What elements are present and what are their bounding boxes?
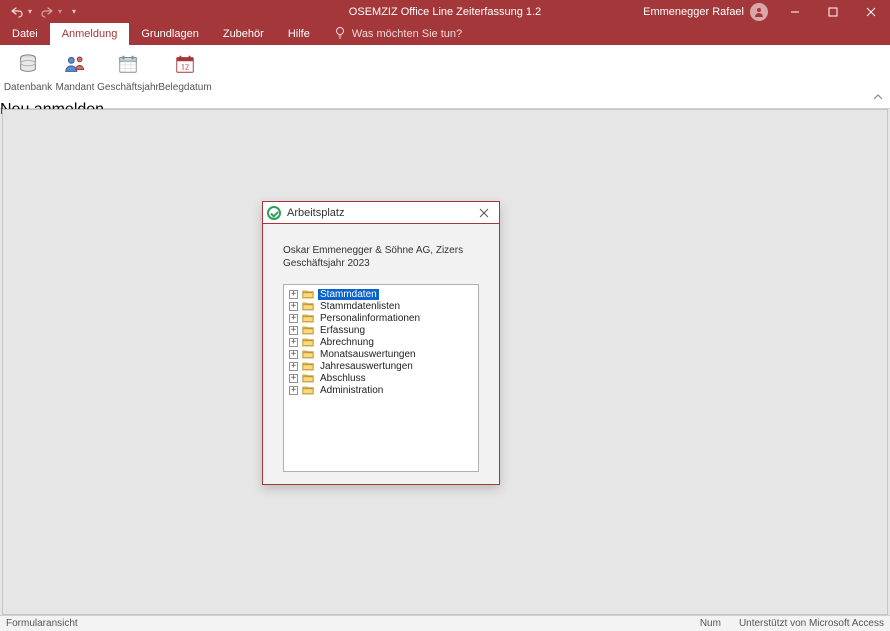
tell-me-search[interactable]: Was möchten Sie tun? (322, 23, 474, 45)
tree-item[interactable]: + Administration (287, 384, 475, 396)
ribbon: Datenbank Mandant Geschäftsjahr 1 (0, 45, 890, 109)
expand-icon[interactable]: + (289, 326, 298, 335)
tree-item[interactable]: + Personalinformationen (287, 312, 475, 324)
expand-icon[interactable]: + (289, 302, 298, 311)
close-button[interactable] (852, 0, 890, 23)
status-view-mode: Formularansicht (6, 618, 78, 629)
maximize-button[interactable] (814, 0, 852, 23)
redo-button[interactable]: ▾ (36, 4, 66, 20)
svg-text:12: 12 (181, 63, 189, 72)
tab-zubehoer[interactable]: Zubehör (211, 23, 276, 45)
calendar-day-icon: 12 (173, 52, 197, 76)
undo-button[interactable]: ▾ (6, 4, 36, 20)
tree-item-label: Jahresauswertungen (318, 361, 415, 372)
nav-tree[interactable]: + Stammdaten + Stammdatenlisten + Personalinf… (283, 284, 479, 472)
folder-icon (302, 373, 314, 383)
folder-icon (302, 337, 314, 347)
tree-item[interactable]: + Abschluss (287, 372, 475, 384)
tab-grundlagen[interactable]: Grundlagen (129, 23, 211, 45)
datenbank-button[interactable]: Datenbank (6, 49, 50, 101)
folder-icon (302, 325, 314, 335)
expand-icon[interactable]: + (289, 314, 298, 323)
datenbank-label: Datenbank (4, 76, 52, 98)
undo-dropdown-icon[interactable]: ▾ (28, 7, 32, 16)
expand-icon[interactable]: + (289, 338, 298, 347)
belegdatum-button[interactable]: 12 Belegdatum (160, 49, 210, 101)
belegdatum-label: Belegdatum (158, 76, 211, 98)
tab-hilfe[interactable]: Hilfe (276, 23, 322, 45)
quick-access-toolbar: ▾ ▾ ▾ (0, 4, 80, 20)
ribbon-tabs: Datei Anmeldung Grundlagen Zubehör Hilfe… (0, 23, 890, 45)
collapse-ribbon-icon[interactable] (872, 91, 884, 106)
qat-customize[interactable]: ▾ (66, 5, 80, 18)
app-circle-icon (267, 206, 281, 220)
folder-icon (302, 361, 314, 371)
expand-icon[interactable]: + (289, 386, 298, 395)
tab-datei[interactable]: Datei (0, 23, 50, 45)
expand-icon[interactable]: + (289, 350, 298, 359)
tree-item[interactable]: + Erfassung (287, 324, 475, 336)
tree-item-label: Erfassung (318, 325, 367, 336)
status-numlock: Num (700, 618, 721, 629)
tree-item[interactable]: + Monatsauswertungen (287, 348, 475, 360)
child-title: Arbeitsplatz (287, 207, 344, 219)
geschaeftsjahr-label: Geschäftsjahr (97, 76, 159, 98)
redo-dropdown-icon[interactable]: ▾ (58, 7, 62, 16)
user-name: Emmenegger Rafael (643, 6, 744, 18)
folder-icon (302, 349, 314, 359)
calendar-icon (117, 52, 139, 76)
status-bar: Formularansicht Num Unterstützt von Micr… (0, 615, 890, 631)
fiscal-year-line: Geschäftsjahr 2023 (283, 257, 479, 270)
mandant-label: Mandant (56, 76, 95, 98)
user-avatar-icon (750, 3, 768, 21)
folder-icon (302, 313, 314, 323)
tree-item-label: Administration (318, 385, 385, 396)
tree-item-label: Abschluss (318, 373, 368, 384)
tab-anmeldung[interactable]: Anmeldung (50, 23, 130, 45)
child-close-button[interactable] (473, 202, 495, 224)
tree-item[interactable]: + Jahresauswertungen (287, 360, 475, 372)
database-icon (17, 52, 39, 76)
geschaeftsjahr-button[interactable]: Geschäftsjahr (100, 49, 156, 101)
tree-item-label: Personalinformationen (318, 313, 422, 324)
user-account[interactable]: Emmenegger Rafael (635, 3, 776, 21)
expand-icon[interactable]: + (289, 374, 298, 383)
expand-icon[interactable]: + (289, 362, 298, 371)
tree-item-label: Stammdatenlisten (318, 301, 402, 312)
people-icon (63, 52, 87, 76)
arbeitsplatz-window: Arbeitsplatz Oskar Emmenegger & Söhne AG… (262, 201, 500, 485)
mdi-workspace: Arbeitsplatz Oskar Emmenegger & Söhne AG… (2, 109, 888, 615)
tree-item-label: Abrechnung (318, 337, 376, 348)
company-line: Oskar Emmenegger & Söhne AG, Zizers (283, 244, 479, 257)
tree-item-label: Monatsauswertungen (318, 349, 418, 360)
tree-item-label: Stammdaten (318, 289, 379, 300)
expand-icon[interactable]: + (289, 290, 298, 299)
tell-me-label: Was möchten Sie tun? (352, 28, 462, 40)
folder-icon (302, 385, 314, 395)
minimize-button[interactable] (776, 0, 814, 23)
folder-icon (302, 301, 314, 311)
child-titlebar[interactable]: Arbeitsplatz (263, 202, 499, 224)
lightbulb-icon (334, 26, 346, 43)
status-powered-by: Unterstützt von Microsoft Access (739, 618, 884, 629)
folder-icon (302, 289, 314, 299)
tree-item[interactable]: + Stammdaten (287, 288, 475, 300)
mandant-button[interactable]: Mandant (54, 49, 96, 101)
tree-item[interactable]: + Abrechnung (287, 336, 475, 348)
tree-item[interactable]: + Stammdatenlisten (287, 300, 475, 312)
